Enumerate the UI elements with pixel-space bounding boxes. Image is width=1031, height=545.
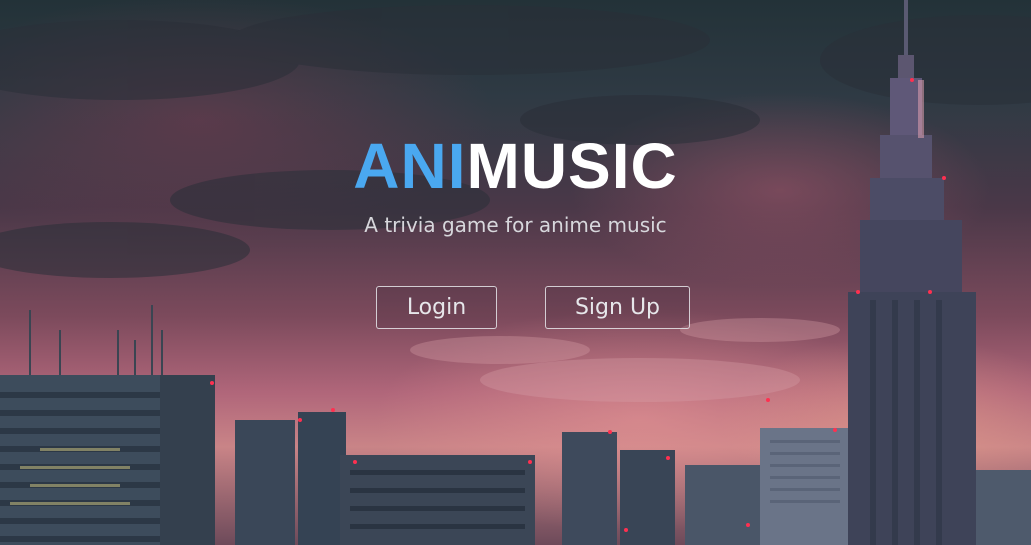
logo-main-text: MUSIC bbox=[466, 130, 678, 202]
signup-button[interactable]: Sign Up bbox=[545, 286, 690, 329]
hero-section: ANIMUSIC A trivia game for anime music L… bbox=[0, 0, 1031, 545]
logo-accent-text: ANI bbox=[353, 130, 467, 202]
app-logo: ANIMUSIC bbox=[0, 129, 1031, 203]
login-button[interactable]: Login bbox=[376, 286, 497, 329]
tagline: A trivia game for anime music bbox=[364, 213, 667, 237]
